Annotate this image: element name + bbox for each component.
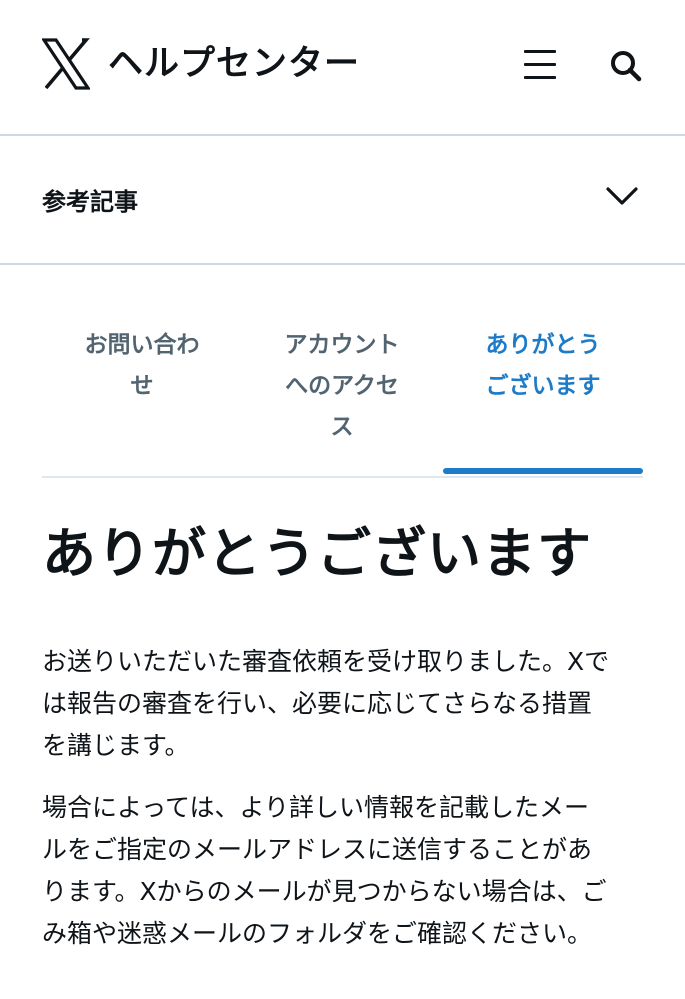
paragraph-line: は報告の審査を行い、必要に応じてさらなる措置 — [42, 689, 593, 718]
chevron-down-icon[interactable] — [604, 184, 640, 210]
tab-label-line: へのアクセ — [285, 373, 399, 399]
paragraph-line: み箱や迷惑メールのフォルダをご確認ください。 — [42, 919, 593, 948]
paragraph-line: ルをご指定のメールアドレスに送信することがあ — [42, 835, 593, 864]
tab-label-line: せ — [130, 373, 154, 399]
tab-thank-you[interactable]: ありがとう ございます — [443, 325, 643, 407]
search-button[interactable] — [608, 48, 644, 84]
search-icon — [611, 51, 642, 82]
x-logo-icon — [42, 38, 90, 90]
logo-link[interactable]: ヘルプセンター — [42, 38, 360, 90]
paragraph-line: ります。Xからのメールが見つからない場合は、ご — [42, 877, 607, 906]
confirmation-paragraph: お送りいただいた審査依頼を受け取りました。Xで は報告の審査を行い、必要に応じて… — [42, 641, 647, 767]
tab-label-line: ありがとう — [485, 332, 601, 358]
active-tab-indicator — [443, 468, 643, 474]
site-header: ヘルプセンター — [0, 0, 685, 136]
related-articles-dropdown[interactable]: 参考記事 — [0, 136, 685, 265]
hamburger-menu-icon — [524, 50, 556, 53]
paragraph-line: 場合によっては、より詳しい情報を記載したメー — [42, 793, 590, 822]
tab-label-line: お問い合わ — [84, 332, 200, 358]
tab-contact[interactable]: お問い合わ せ — [42, 325, 242, 407]
hamburger-menu-icon — [524, 63, 556, 66]
paragraph-line: を講じます。 — [42, 731, 190, 760]
site-title: ヘルプセンター — [108, 44, 361, 84]
tab-label-line: ス — [330, 414, 354, 440]
tab-label-line: ございます — [485, 373, 601, 399]
paragraph-line: お送りいただいた審査依頼を受け取りました。Xで — [42, 647, 610, 676]
hamburger-menu-icon — [524, 76, 556, 79]
email-info-paragraph: 場合によっては、より詳しい情報を記載したメー ルをご指定のメールアドレスに送信す… — [42, 787, 647, 955]
hamburger-menu-button[interactable] — [522, 47, 560, 81]
tabs-divider — [42, 476, 643, 478]
page-title: ありがとうございます — [42, 522, 592, 585]
tab-bar: お問い合わ せ アカウント へのアクセ ス ありがとう ございます — [42, 325, 643, 478]
related-articles-label: 参考記事 — [42, 188, 138, 216]
tab-account-access[interactable]: アカウント へのアクセ ス — [242, 325, 442, 448]
tab-label-line: アカウント — [284, 332, 400, 358]
